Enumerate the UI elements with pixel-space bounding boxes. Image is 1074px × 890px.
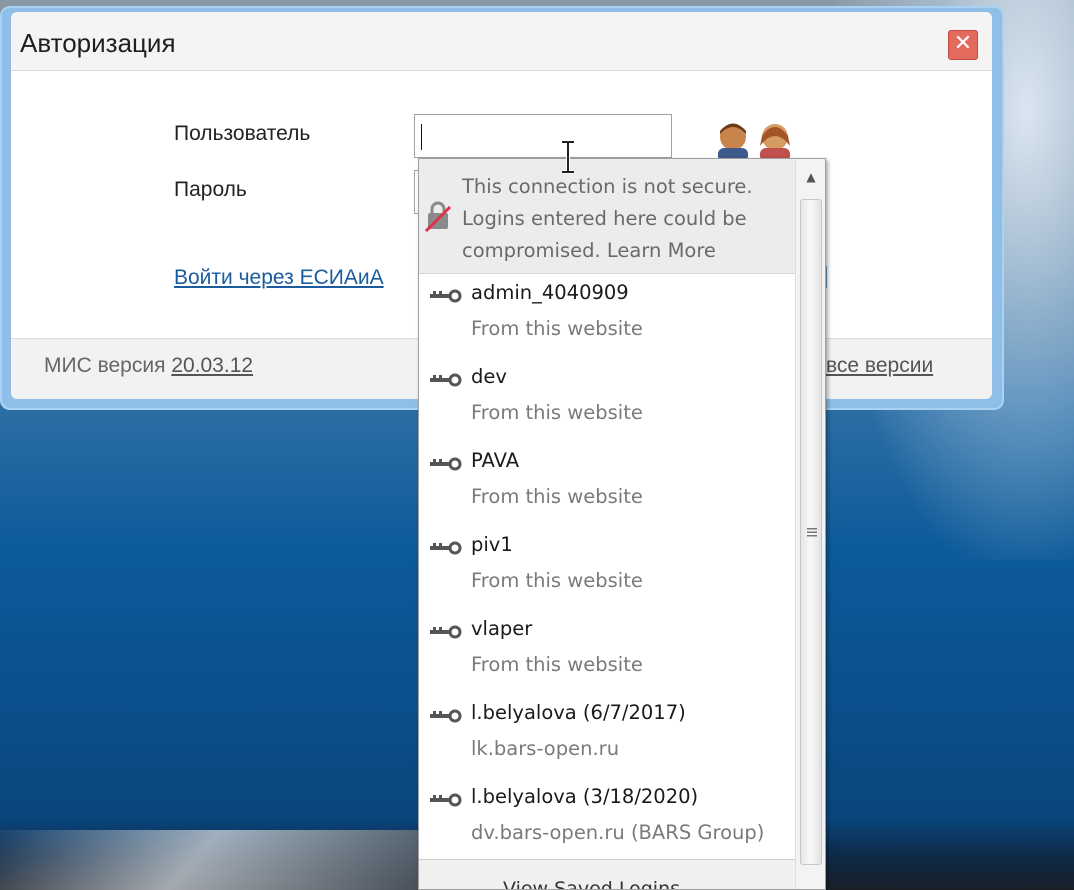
entry-username: admin_4040909 <box>471 281 629 304</box>
password-label: Пароль <box>174 178 247 201</box>
view-saved-logins-button[interactable]: View Saved Logins <box>419 859 795 890</box>
version-text: МИС версия 20.03.12 <box>44 354 253 378</box>
login-entry[interactable]: admin_4040909 From this website <box>419 277 795 361</box>
entry-source: From this website <box>471 401 643 424</box>
key-icon <box>430 541 462 555</box>
key-icon <box>430 457 462 471</box>
version-link[interactable]: 20.03.12 <box>171 354 253 377</box>
entry-username: PAVA <box>471 449 520 472</box>
all-versions-link[interactable]: все версии <box>826 354 933 378</box>
scroll-thumb[interactable] <box>800 199 822 865</box>
insecure-connection-warning[interactable]: This connection is not secure. Logins en… <box>419 159 795 274</box>
entry-source: lk.bars-open.ru <box>471 737 620 760</box>
entry-source: From this website <box>471 653 643 676</box>
login-entry[interactable]: l.belyalova (3/18/2020) dv.bars-open.ru … <box>419 781 795 865</box>
view-saved-logins-label: View Saved Logins <box>503 878 681 890</box>
username-label: Пользователь <box>174 122 311 145</box>
text-caret <box>421 124 422 150</box>
login-entry[interactable]: dev From this website <box>419 361 795 445</box>
login-entry[interactable]: piv1 From this website <box>419 529 795 613</box>
key-icon <box>430 625 462 639</box>
grip-icon <box>807 528 817 537</box>
version-label: МИС версия <box>44 354 172 377</box>
entry-username: dev <box>471 365 507 388</box>
entry-source: From this website <box>471 569 643 592</box>
key-icon <box>430 709 462 723</box>
popup-scrollbar[interactable]: ▲ <box>795 159 825 889</box>
key-icon <box>430 289 462 303</box>
login-entry[interactable]: vlaper From this website <box>419 613 795 697</box>
entry-username: piv1 <box>471 533 513 556</box>
close-button[interactable]: ✕ <box>948 30 978 60</box>
entry-source: From this website <box>471 317 643 340</box>
entry-source: From this website <box>471 485 643 508</box>
warning-text: This connection is not secure. Logins en… <box>462 175 753 262</box>
key-icon <box>430 793 462 807</box>
key-icon <box>430 373 462 387</box>
entry-username: vlaper <box>471 617 533 640</box>
entry-username: l.belyalova (3/18/2020) <box>471 785 699 808</box>
login-entry[interactable]: PAVA From this website <box>419 445 795 529</box>
text-cursor-icon <box>562 140 574 174</box>
entry-username: l.belyalova (6/7/2017) <box>471 701 686 724</box>
username-input[interactable] <box>414 114 672 158</box>
login-autocomplete-popup: This connection is not secure. Logins en… <box>418 158 826 890</box>
scroll-up-arrow-icon[interactable]: ▲ <box>796 159 825 195</box>
entry-source: dv.bars-open.ru (BARS Group) <box>471 821 765 844</box>
dialog-title: Авторизация <box>20 28 176 58</box>
title-bar[interactable]: Авторизация ✕ <box>11 12 992 71</box>
esia-login-link[interactable]: Войти через ЕСИАиА <box>174 266 384 290</box>
login-entry[interactable]: l.belyalova (6/7/2017) lk.bars-open.ru <box>419 697 795 781</box>
insecure-lock-icon <box>424 201 452 233</box>
users-icon[interactable] <box>712 122 798 162</box>
